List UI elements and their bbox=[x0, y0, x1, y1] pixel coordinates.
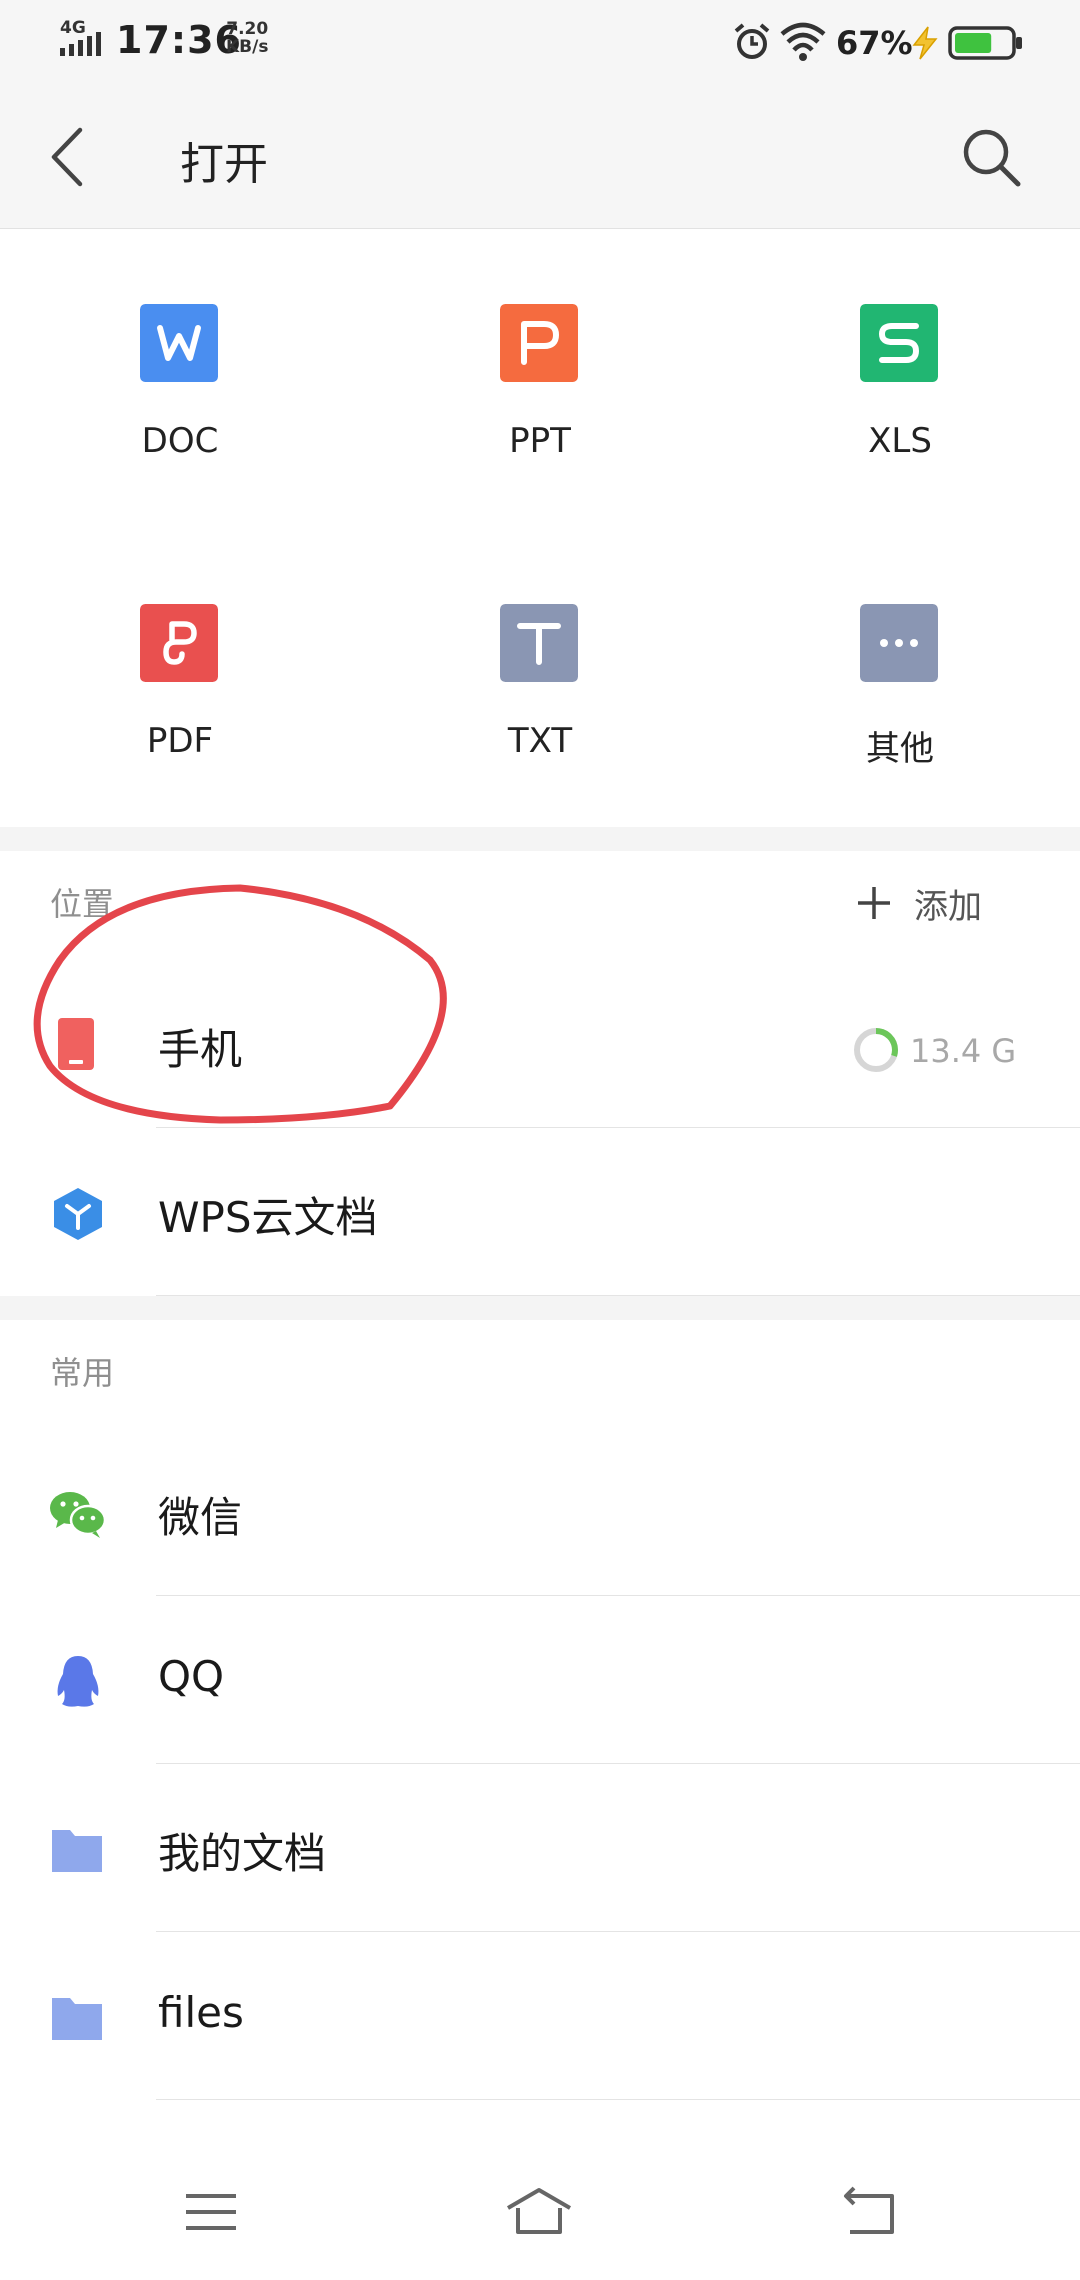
txt-icon bbox=[500, 604, 578, 682]
section-divider bbox=[0, 1296, 1080, 1320]
file-type-txt[interactable]: TXT bbox=[360, 529, 720, 829]
wps-cloud-icon bbox=[54, 1188, 102, 1240]
storage-size: 13.4 G bbox=[910, 1032, 1017, 1070]
back-arrow-icon[interactable] bbox=[44, 124, 94, 190]
charging-icon bbox=[912, 26, 938, 60]
add-location-button[interactable]: 添加 bbox=[856, 875, 1032, 931]
file-type-doc[interactable]: DOC bbox=[0, 229, 360, 529]
file-type-pdf[interactable]: PDF bbox=[0, 529, 360, 829]
speed-unit: KB/s bbox=[226, 37, 269, 57]
section-divider bbox=[0, 827, 1080, 851]
location-label: WPS云文档 bbox=[158, 1193, 378, 1242]
speed-value: 7.20 bbox=[226, 19, 269, 39]
clock: 17:36 bbox=[116, 18, 242, 62]
common-label: files bbox=[158, 1988, 244, 2037]
file-type-label: XLS bbox=[868, 421, 932, 461]
file-type-grid: DOC PPT XLS PDF TXT 其他 bbox=[0, 229, 1080, 827]
file-type-ppt[interactable]: PPT bbox=[360, 229, 720, 529]
qq-icon bbox=[57, 1656, 99, 1707]
system-nav-bar bbox=[0, 2130, 1080, 2280]
ppt-icon bbox=[500, 304, 578, 382]
common-item-my-documents[interactable]: 我的文档 bbox=[0, 1764, 1080, 1932]
storage-ring-icon bbox=[854, 1028, 898, 1072]
file-type-label: PDF bbox=[146, 721, 214, 761]
row-divider bbox=[156, 2099, 1080, 2100]
location-label: 手机 bbox=[158, 1025, 243, 1074]
common-label: 微信 bbox=[158, 1493, 243, 1542]
wifi-icon bbox=[780, 22, 826, 61]
common-item-qq[interactable]: QQ bbox=[0, 1596, 1080, 1764]
section-title: 常用 bbox=[50, 1354, 115, 1392]
plus-icon bbox=[858, 887, 890, 919]
file-type-xls[interactable]: XLS bbox=[720, 229, 1080, 529]
file-type-label: PPT bbox=[509, 421, 571, 461]
app-bar: 打开 bbox=[0, 84, 1080, 229]
common-item-wechat[interactable]: 微信 bbox=[0, 1428, 1080, 1596]
folder-icon bbox=[52, 1830, 102, 1872]
menu-icon[interactable] bbox=[176, 2182, 246, 2242]
battery-percent: 67% bbox=[836, 24, 913, 62]
common-section-header: 常用 bbox=[0, 1320, 1080, 1424]
more-icon bbox=[860, 604, 938, 682]
file-type-label: 其他 bbox=[866, 729, 934, 769]
file-type-label: DOC bbox=[141, 421, 219, 461]
location-section-header: 位置 添加 bbox=[0, 851, 1080, 955]
home-icon[interactable] bbox=[504, 2182, 574, 2242]
return-icon[interactable] bbox=[836, 2182, 906, 2242]
pdf-icon bbox=[140, 604, 218, 682]
network-speed: 7.20 KB/s bbox=[226, 20, 268, 56]
battery-icon bbox=[948, 26, 1022, 60]
location-item-wps-cloud[interactable]: WPS云文档 bbox=[0, 1128, 1080, 1296]
file-type-other[interactable]: 其他 bbox=[720, 529, 1080, 829]
location-item-phone[interactable]: 手机 13.4 G bbox=[0, 960, 1080, 1128]
file-type-label: TXT bbox=[507, 721, 573, 761]
wechat-icon bbox=[50, 1492, 107, 1538]
common-label: QQ bbox=[158, 1652, 225, 1701]
signal-icon bbox=[60, 32, 101, 56]
common-item-files[interactable]: files bbox=[0, 1932, 1080, 2100]
section-title: 位置 bbox=[50, 885, 115, 923]
common-label: 我的文档 bbox=[158, 1829, 327, 1878]
doc-icon bbox=[140, 304, 218, 382]
phone-icon bbox=[58, 1018, 94, 1070]
storage-indicator: 13.4 G bbox=[852, 1026, 1028, 1074]
folder-icon bbox=[52, 1998, 102, 2040]
page-title: 打开 bbox=[180, 139, 268, 190]
alarm-icon bbox=[734, 23, 770, 59]
xls-icon bbox=[860, 304, 938, 382]
search-icon[interactable] bbox=[960, 126, 1024, 190]
add-label: 添加 bbox=[914, 887, 982, 927]
status-bar: 4G 17:36 7.20 KB/s 67% bbox=[0, 0, 1080, 84]
